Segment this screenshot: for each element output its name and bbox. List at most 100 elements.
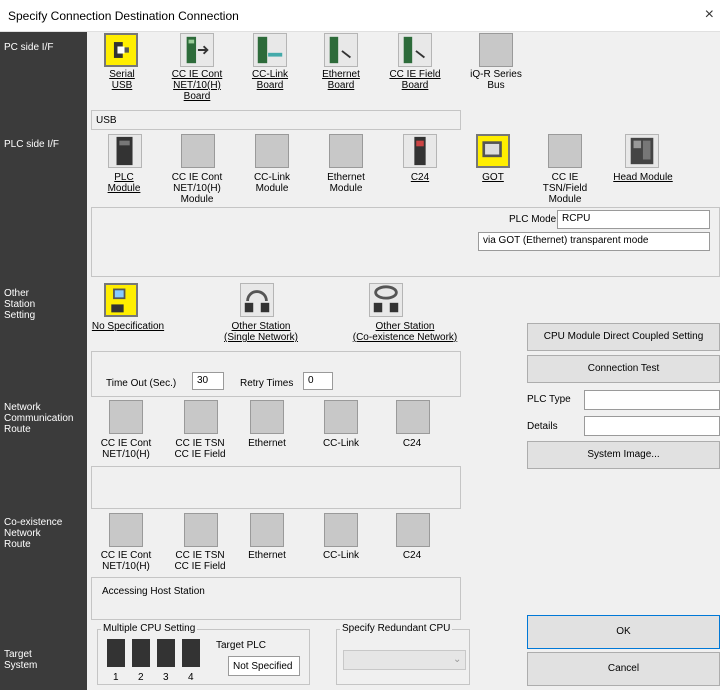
plc-side-label-c24[interactable]: C24	[402, 172, 438, 183]
plc-side-label-cc-link-module[interactable]: CC-Link Module	[246, 172, 298, 194]
window-title: Specify Connection Destination Connectio…	[8, 9, 239, 23]
iq-r-bus-icon[interactable]	[479, 33, 513, 67]
ok-button[interactable]: OK	[527, 615, 720, 649]
redundant-cpu-select[interactable]	[343, 650, 466, 670]
multiple-cpu-group: Multiple CPU Setting 1 2 3 4 Target PLC …	[97, 623, 310, 685]
coex-cc-link-icon[interactable]	[324, 513, 358, 547]
accessing-host-station: Accessing Host Station	[102, 586, 205, 597]
got-icon[interactable]	[476, 134, 510, 168]
connection-test-button[interactable]: Connection Test	[527, 355, 720, 383]
plc-side-label: PLC side I/F	[4, 139, 60, 150]
route-cc-link-icon[interactable]	[324, 400, 358, 434]
head-module-icon[interactable]	[625, 134, 659, 168]
plc-side-label-got[interactable]: GOT	[474, 172, 512, 183]
route-label-cc-ie-cont: CC IE Cont NET/10(H)	[100, 438, 152, 460]
other-station-panel: Time Out (Sec.) 30 Retry Times 0	[91, 351, 461, 397]
route-label-ethernet: Ethernet	[248, 438, 286, 449]
cancel-button[interactable]: Cancel	[527, 652, 720, 686]
other-station-label: Other Station Setting	[4, 288, 36, 321]
pc-side-detail: USB	[96, 115, 117, 126]
pc-side-detail-panel: USB	[91, 110, 461, 130]
cpu-1-icon[interactable]	[107, 639, 125, 667]
cc-link-board-icon[interactable]	[253, 33, 287, 67]
coex-cc-ie-cont-icon[interactable]	[109, 513, 143, 547]
cc-ie-tsn-field-module-icon[interactable]	[548, 134, 582, 168]
target-plc-field[interactable]: Not Specified	[228, 656, 300, 676]
cpu-number-4: 4	[188, 672, 194, 683]
coexistence-route-label: Co-existence Network Route	[4, 517, 63, 550]
pc-side-label-ethernet-board[interactable]: Ethernet Board	[315, 69, 367, 91]
plc-mode-field[interactable]: RCPU	[557, 210, 710, 229]
coex-c24-icon[interactable]	[396, 513, 430, 547]
plc-side-label-cc-ie-cont-module[interactable]: CC IE Cont NET/10(H) Module	[166, 172, 228, 205]
network-route-label: Network Communication Route	[4, 402, 74, 435]
target-plc-label: Target PLC	[216, 640, 267, 651]
pc-side-label-cc-ie-cont-board[interactable]: CC IE Cont NET/10(H) Board	[166, 69, 228, 102]
retry-times-label: Retry Times	[240, 378, 294, 389]
pc-side-label-cc-ie-field-board[interactable]: CC IE Field Board	[386, 69, 444, 91]
retry-times-input[interactable]: 0	[303, 372, 333, 390]
cpu-number-2: 2	[138, 672, 144, 683]
cpu-direct-coupled-button[interactable]: CPU Module Direct Coupled Setting	[527, 323, 720, 351]
route-ethernet-icon[interactable]	[250, 400, 284, 434]
details-label: Details	[527, 421, 558, 432]
title-bar: Specify Connection Destination Connectio…	[0, 0, 720, 32]
pc-side-label-cc-link-board[interactable]: CC-Link Board	[244, 69, 296, 91]
other-station-label-no-specification[interactable]: No Specification	[90, 321, 166, 332]
route-c24-icon[interactable]	[396, 400, 430, 434]
redundant-cpu-label: Specify Redundant CPU	[340, 623, 453, 634]
redundant-cpu-group: Specify Redundant CPU ⌄	[336, 623, 470, 685]
cpu-4-icon[interactable]	[182, 639, 200, 667]
other-station-label-coexistence[interactable]: Other Station (Co-existence Network)	[349, 321, 461, 343]
pc-side-label-serial-usb[interactable]: Serial USB	[98, 69, 146, 91]
ethernet-board-icon[interactable]	[324, 33, 358, 67]
pc-side-label-iq-r-bus[interactable]: iQ-R Series Bus	[466, 69, 526, 91]
route-label-cc-ie-tsn: CC IE TSN CC IE Field	[174, 438, 226, 460]
other-station-single-icon[interactable]	[240, 283, 274, 317]
plc-side-label-cc-ie-tsn-field-module[interactable]: CC IE TSN/Field Module	[538, 172, 592, 205]
route-cc-ie-tsn-icon[interactable]	[184, 400, 218, 434]
coexistence-panel: Accessing Host Station	[91, 577, 461, 620]
other-station-coexistence-icon[interactable]	[369, 283, 403, 317]
coex-cc-ie-tsn-icon[interactable]	[184, 513, 218, 547]
cc-ie-cont-module-icon[interactable]	[181, 134, 215, 168]
plc-type-field[interactable]	[584, 390, 720, 410]
route-cc-ie-cont-icon[interactable]	[109, 400, 143, 434]
plc-type-label: PLC Type	[527, 394, 571, 405]
plc-side-label-head-module[interactable]: Head Module	[612, 172, 674, 183]
coex-label-cc-link: CC-Link	[322, 550, 360, 561]
sidebar: PC side I/F PLC side I/F Other Station S…	[0, 32, 87, 690]
plc-module-icon[interactable]	[108, 134, 142, 168]
coex-label-cc-ie-tsn: CC IE TSN CC IE Field	[174, 550, 226, 572]
pc-side-label: PC side I/F	[4, 42, 54, 53]
ethernet-module-icon[interactable]	[329, 134, 363, 168]
serial-usb-icon[interactable]	[104, 33, 138, 67]
coex-label-ethernet: Ethernet	[248, 550, 286, 561]
coex-label-c24: C24	[402, 550, 422, 561]
cpu-2-icon[interactable]	[132, 639, 150, 667]
route-label-cc-link: CC-Link	[322, 438, 360, 449]
no-specification-icon[interactable]	[104, 283, 138, 317]
route-label-c24: C24	[402, 438, 422, 449]
cc-ie-field-board-icon[interactable]	[398, 33, 432, 67]
cpu-3-icon[interactable]	[157, 639, 175, 667]
details-field[interactable]	[584, 416, 720, 436]
c24-module-icon[interactable]	[403, 134, 437, 168]
coex-label-cc-ie-cont: CC IE Cont NET/10(H)	[100, 550, 152, 572]
close-icon[interactable]: ×	[705, 6, 714, 24]
via-mode-field[interactable]: via GOT (Ethernet) transparent mode	[478, 232, 710, 251]
plc-side-label-ethernet-module[interactable]: Ethernet Module	[319, 172, 373, 194]
multiple-cpu-label: Multiple CPU Setting	[101, 623, 198, 634]
target-system-label: Target System	[4, 649, 38, 671]
timeout-input[interactable]: 30	[192, 372, 224, 390]
cpu-number-1: 1	[113, 672, 119, 683]
other-station-label-single[interactable]: Other Station (Single Network)	[219, 321, 303, 343]
plc-side-label-plc-module[interactable]: PLC Module	[101, 172, 147, 194]
system-image-button[interactable]: System Image...	[527, 441, 720, 469]
cc-link-module-icon[interactable]	[255, 134, 289, 168]
cc-ie-cont-board-icon[interactable]	[180, 33, 214, 67]
chevron-down-icon[interactable]: ⌄	[453, 654, 461, 665]
coex-ethernet-icon[interactable]	[250, 513, 284, 547]
network-route-panel	[91, 466, 461, 509]
plc-mode-label: PLC Mode	[509, 214, 557, 225]
